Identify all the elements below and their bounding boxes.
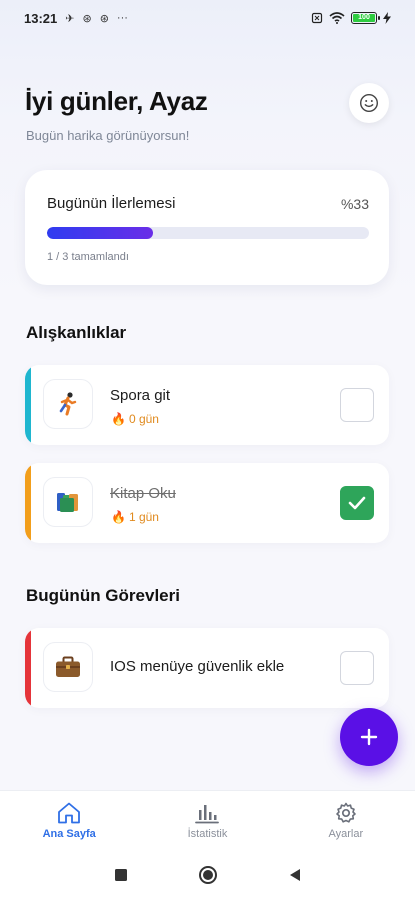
habit-checkbox[interactable] (340, 388, 374, 422)
status-time: 13:21 (24, 10, 58, 26)
habit-name: Kitap Oku (110, 485, 176, 502)
task-name: IOS menüye güvenlik ekle (110, 658, 285, 675)
wifi-icon (329, 12, 345, 24)
charging-icon (383, 12, 391, 24)
progress-bar (47, 227, 369, 239)
task-card[interactable]: IOS menüye güvenlik ekle (25, 628, 389, 708)
habit-streak: 🔥 1 gün (111, 510, 159, 524)
habit-card-spora[interactable]: Spora git 🔥 0 gün (25, 365, 389, 445)
add-button[interactable] (340, 708, 398, 766)
task-checkbox[interactable] (340, 651, 374, 685)
fire-icon: 🔥 (111, 510, 126, 524)
habit-streak: 🔥 0 gün (111, 412, 159, 426)
habit-streak-label: 0 gün (128, 412, 159, 426)
habit-icon-box (43, 477, 93, 527)
fire-icon: 🔥 (111, 412, 126, 426)
home-icon (58, 802, 81, 824)
nav-label-stats: İstatistik (187, 828, 228, 840)
battery-icon: 100 (351, 12, 380, 24)
task-accent-bar (25, 628, 31, 708)
status-right: 100 (311, 12, 391, 24)
status-left: 13:21 ✈ ⊛ ⊛ ··· (24, 11, 128, 26)
habit-card-kitap[interactable]: Kitap Oku 🔥 1 gün (25, 463, 389, 543)
gear-icon (336, 802, 356, 823)
habit-icon-box (43, 379, 93, 429)
nav-item-settings[interactable]: Ayarlar (277, 791, 415, 850)
habits-section-title: Alışkanlıklar (26, 323, 127, 342)
progress-percent: %33 (340, 196, 369, 212)
app-icon-2: ⊛ (99, 12, 109, 25)
briefcase-icon (56, 656, 80, 677)
tasks-section-title: Bugünün Görevleri (26, 586, 180, 605)
nav-label-home: Ana Sayfa (42, 828, 96, 840)
progress-count: 1 / 3 tamamlandı (47, 251, 129, 263)
progress-title: Bugünün İlerlemesi (47, 195, 176, 212)
recent-apps-icon[interactable] (114, 868, 128, 882)
status-bar: 13:21 ✈ ⊛ ⊛ ··· 100 (0, 0, 415, 36)
progress-bar-fill (47, 227, 154, 239)
more-notifications-icon: ··· (116, 12, 128, 24)
bottom-nav: Ana Sayfa İstatistik Ayarlar (0, 790, 415, 850)
task-icon-box (43, 642, 93, 692)
habit-streak-label: 1 gün (128, 510, 159, 524)
plus-icon (360, 728, 378, 746)
running-icon (59, 392, 77, 416)
nav-label-settings: Ayarlar (328, 828, 364, 840)
checkmark-icon (348, 496, 366, 510)
greeting-subtitle: Bugün harika görünüyorsun! (26, 128, 190, 143)
bar-chart-icon (195, 805, 220, 824)
habit-accent-bar (25, 463, 31, 543)
books-icon (57, 493, 78, 512)
habit-accent-bar (25, 365, 31, 445)
nav-item-home[interactable]: Ana Sayfa (0, 791, 138, 850)
back-icon[interactable] (288, 867, 302, 883)
app-icon: ⊛ (82, 12, 92, 25)
mood-button[interactable] (349, 83, 389, 123)
signal-icon: ✈ (65, 12, 75, 25)
home-button-icon[interactable] (198, 865, 218, 885)
progress-card: Bugünün İlerlemesi %33 1 / 3 tamamlandı (25, 170, 389, 285)
habit-name: Spora git (110, 387, 171, 404)
system-nav-bar (0, 850, 415, 900)
habit-checkbox-checked[interactable] (340, 486, 374, 520)
smiley-icon (359, 93, 379, 113)
nav-item-stats[interactable]: İstatistik (138, 791, 276, 850)
sim-icon (311, 12, 323, 24)
greeting-title: İyi günler, Ayaz (25, 86, 208, 116)
